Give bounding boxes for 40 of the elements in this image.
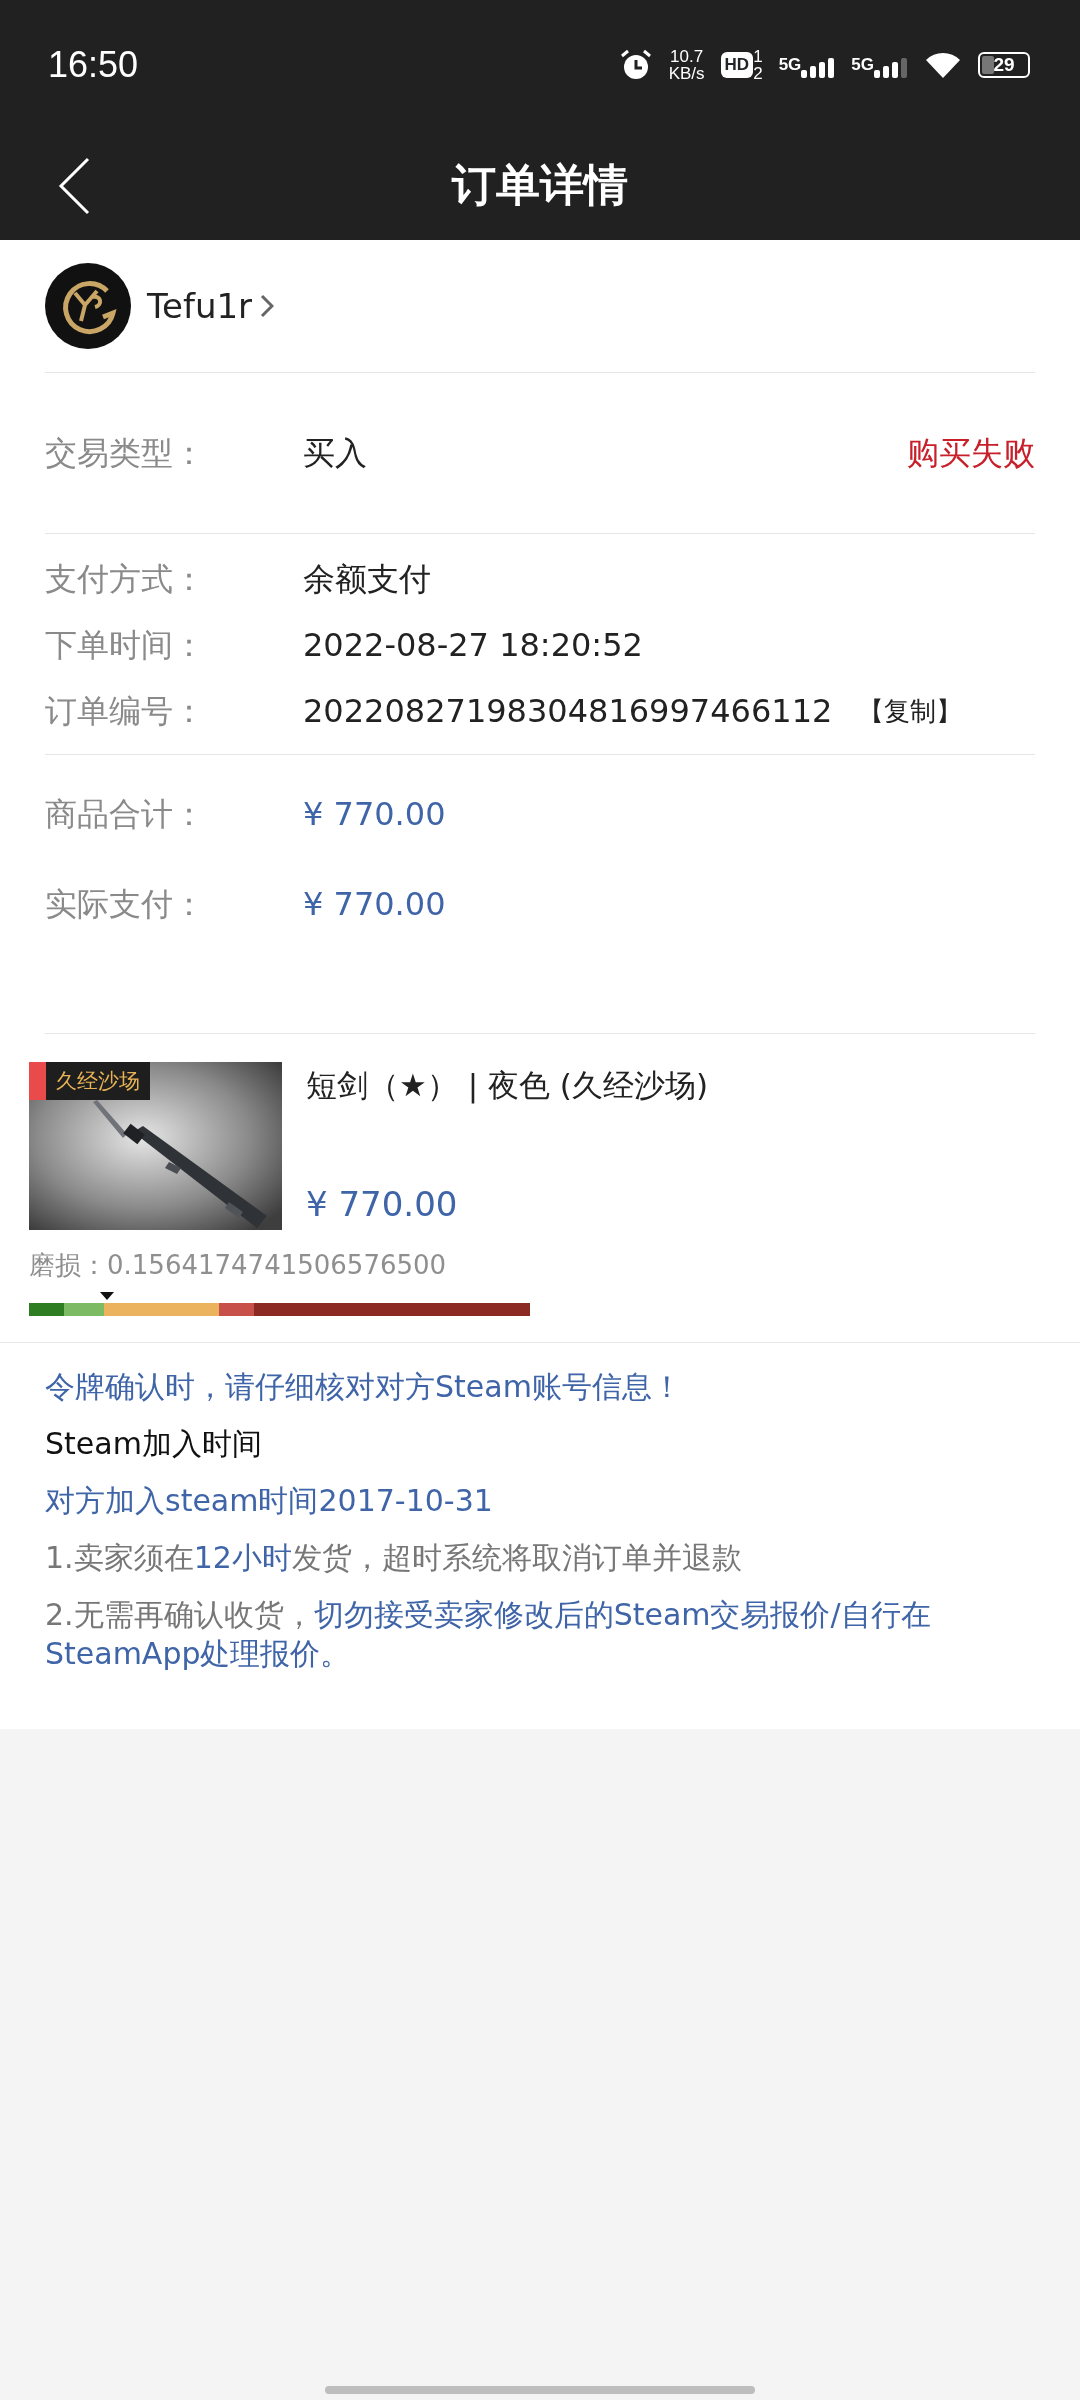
field-label: 下单时间： [45,625,206,666]
network-speed: 10.7 [669,48,705,65]
notice-text: 1.卖家须在12小时发货，超时系统将取消订单并退款 [45,1539,743,1577]
hd-indicator: HD [720,52,754,78]
wear-value: 磨损：0.1564174741506576500 [29,1249,448,1282]
speed-unit: KB/s [668,65,705,82]
order-status: 购买失败 [907,433,1035,474]
field-value: 2022-08-27 18:20:52 [303,625,643,666]
signal-icon [874,55,908,78]
field-value: 20220827198304816997466112 [303,691,833,732]
back-icon [58,157,92,215]
notice-text: 2.无需再确认收货，切勿接受卖家修改后的Steam交易报价/自行在SteamApp处理报价。 [45,1596,932,1673]
copy-link[interactable]: 【复制】 [858,691,963,731]
username-link[interactable]: Tefu1r [147,280,275,332]
price-value: ¥ 770.00 [303,884,446,925]
sim-slot: 2 [753,65,763,82]
back-button[interactable] [58,157,92,215]
network-type: 5G [778,54,802,77]
wifi-icon [924,50,962,80]
field-label: 商品合计： [45,794,206,835]
field-label: 订单编号： [45,691,206,732]
field-label: 支付方式： [45,559,206,600]
page-title: 订单详情 [452,158,628,212]
field-label: 交易类型： [45,433,206,474]
price-value: ¥ 770.00 [303,794,446,835]
item-price: ¥ 770.00 [306,1183,459,1226]
notice-text: 令牌确认时，请仔细核对对方Steam账号信息！ [45,1368,683,1406]
battery-icon: 29 [978,52,1030,78]
signal-icon [801,55,836,78]
chevron-right-icon [260,294,275,318]
notice-text: 对方加入steam时间2017-10-31 [45,1482,494,1520]
field-value: 买入 [303,433,368,474]
sim-slot: 1 [753,48,763,65]
field-value: 余额支付 [303,559,431,600]
alarm-icon [618,49,653,81]
field-label: 实际支付： [45,884,206,925]
network-type: 5G [851,54,874,77]
status-time: 16:50 [48,43,139,87]
item-title: 短剑（★） | 夜色 (久经沙场) [306,1066,708,1106]
notice-text: Steam加入时间 [45,1425,263,1463]
